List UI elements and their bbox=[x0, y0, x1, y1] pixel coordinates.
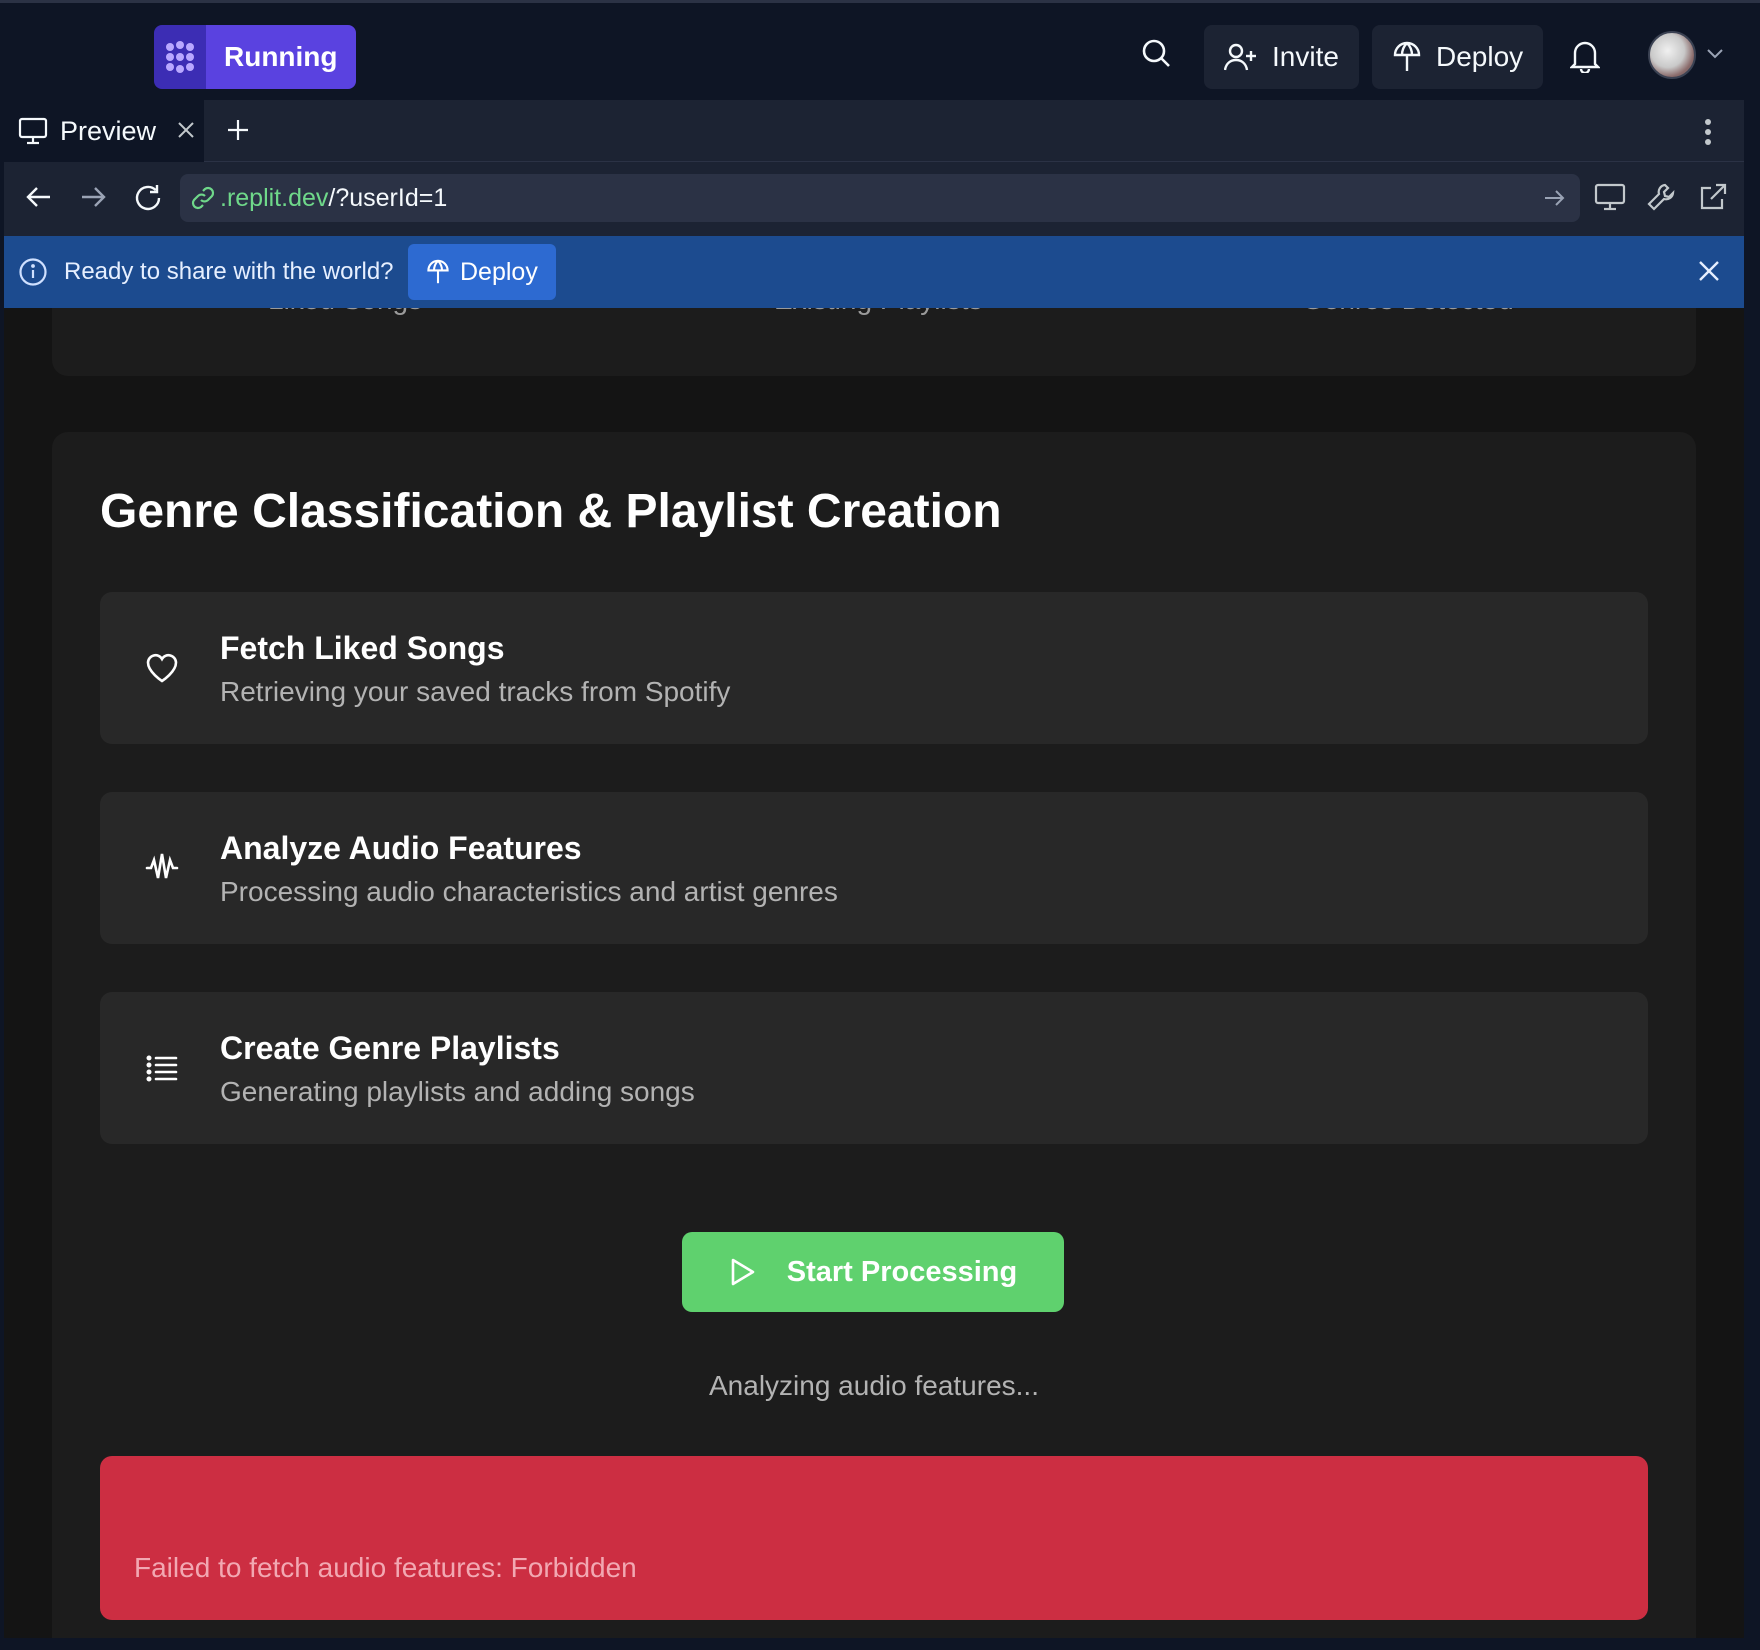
replit-logo-icon bbox=[154, 25, 206, 89]
step-description: Processing audio characteristics and art… bbox=[220, 876, 838, 907]
step-create-playlists: Create Genre Playlists Generating playli… bbox=[100, 992, 1648, 1144]
banner-deploy-label: Deploy bbox=[460, 257, 538, 286]
preview-content: Liked Songs Existing Playlists Genres De… bbox=[4, 308, 1744, 1638]
step-analyze-audio: Analyze Audio Features Processing audio … bbox=[100, 792, 1648, 944]
chevron-down-icon[interactable] bbox=[1706, 47, 1724, 65]
info-icon bbox=[19, 258, 47, 286]
plus-icon[interactable] bbox=[226, 118, 250, 147]
search-icon[interactable] bbox=[1140, 37, 1180, 77]
pane-tab-strip: Preview bbox=[4, 100, 1744, 162]
url-input[interactable]: .replit.dev/?userId=1 bbox=[180, 174, 1580, 222]
page-title: Genre Classification & Playlist Creation bbox=[100, 485, 1002, 538]
bell-icon[interactable] bbox=[1569, 39, 1601, 78]
tab-preview[interactable]: Preview bbox=[4, 100, 204, 162]
add-user-icon bbox=[1224, 43, 1256, 71]
start-processing-label: Start Processing bbox=[786, 1255, 1018, 1288]
stat-label-playlists: Existing Playlists bbox=[774, 308, 983, 316]
banner-deploy-button[interactable]: Deploy bbox=[408, 244, 556, 300]
invite-label: Invite bbox=[1272, 41, 1339, 72]
deploy-banner: Ready to share with the world? Deploy bbox=[4, 236, 1744, 308]
avatar[interactable] bbox=[1648, 31, 1696, 79]
stat-label-genres: Genres Detected bbox=[1302, 308, 1514, 316]
deploy-icon bbox=[427, 259, 449, 284]
stat-label-liked: Liked Songs bbox=[268, 308, 422, 316]
go-arrow-icon[interactable] bbox=[1542, 186, 1566, 217]
step-title: Analyze Audio Features bbox=[220, 830, 582, 866]
monitor-icon bbox=[18, 117, 48, 145]
device-icon[interactable] bbox=[1594, 182, 1626, 217]
list-icon bbox=[144, 1050, 180, 1086]
step-fetch-liked-songs: Fetch Liked Songs Retrieving your saved … bbox=[100, 592, 1648, 744]
back-arrow-icon[interactable] bbox=[24, 182, 54, 217]
step-description: Retrieving your saved tracks from Spotif… bbox=[220, 676, 731, 707]
reload-icon[interactable] bbox=[132, 182, 164, 219]
preview-address-bar: .replit.dev/?userId=1 bbox=[4, 162, 1744, 236]
banner-message: Ready to share with the world? bbox=[64, 258, 394, 285]
run-button[interactable]: Running bbox=[154, 25, 356, 89]
step-description: Generating playlists and adding songs bbox=[220, 1076, 695, 1107]
open-external-icon[interactable] bbox=[1698, 182, 1728, 217]
url-path: /?userId=1 bbox=[328, 183, 448, 212]
window-bottom-edge bbox=[0, 1638, 1760, 1650]
invite-button[interactable]: Invite bbox=[1204, 25, 1359, 89]
heart-icon bbox=[144, 650, 180, 686]
more-options-icon[interactable] bbox=[1704, 118, 1712, 151]
deploy-icon bbox=[1393, 41, 1421, 71]
error-alert: Failed to fetch audio features: Forbidde… bbox=[100, 1456, 1648, 1620]
deploy-label: Deploy bbox=[1436, 41, 1524, 72]
processing-card: Genre Classification & Playlist Creation… bbox=[52, 432, 1696, 1638]
link-icon bbox=[191, 186, 215, 210]
forward-arrow-icon[interactable] bbox=[78, 182, 108, 217]
step-title: Fetch Liked Songs bbox=[220, 630, 505, 666]
url-domain: .replit.dev bbox=[220, 183, 329, 212]
play-icon bbox=[731, 1258, 755, 1286]
stats-card: Liked Songs Existing Playlists Genres De… bbox=[52, 308, 1696, 376]
waveform-icon bbox=[144, 850, 180, 886]
close-icon[interactable] bbox=[1696, 258, 1722, 291]
workspace-header: Running Invite Deploy bbox=[0, 0, 1760, 100]
status-text: Analyzing audio features... bbox=[709, 1370, 1039, 1401]
start-processing-button[interactable]: Start Processing bbox=[682, 1232, 1064, 1312]
deploy-button[interactable]: Deploy bbox=[1372, 25, 1544, 89]
close-tab-icon[interactable] bbox=[176, 120, 196, 145]
run-label: Running bbox=[206, 25, 356, 89]
step-title: Create Genre Playlists bbox=[220, 1030, 560, 1066]
tab-preview-label: Preview bbox=[60, 115, 157, 146]
wrench-icon[interactable] bbox=[1646, 182, 1676, 217]
error-message: Failed to fetch audio features: Forbidde… bbox=[134, 1552, 637, 1583]
